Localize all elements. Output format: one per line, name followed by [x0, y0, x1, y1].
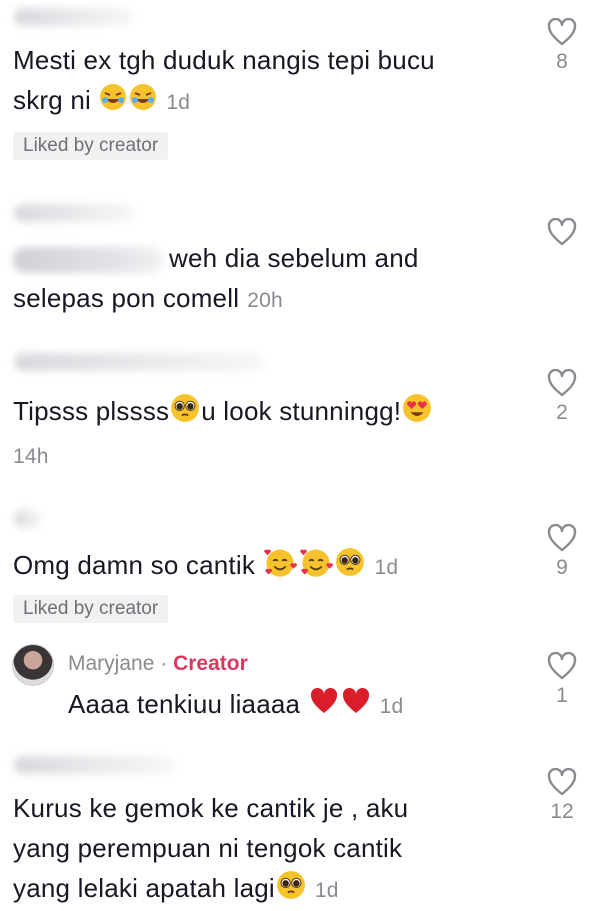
blurred-username — [14, 8, 134, 26]
heart-outline-icon — [547, 768, 577, 796]
comment-text: Tipsss plssss u look stunningg! 14h — [13, 391, 433, 477]
rofl-emoji — [129, 82, 157, 122]
comment-text: Omg damn so cantik 1d — [13, 545, 398, 589]
red-heart-emoji — [309, 686, 339, 726]
reply-username[interactable]: Maryjane — [68, 652, 154, 675]
comment-item[interactable]: Mesti ex tgh duduk nangis tepi bucu skrg… — [0, 0, 612, 170]
like-count: 1 — [556, 684, 568, 707]
like-count: 9 — [556, 556, 568, 579]
like-count: 12 — [550, 800, 574, 823]
blurred-mention — [13, 247, 163, 274]
liked-by-creator-badge: Liked by creator — [13, 595, 169, 623]
like-button[interactable] — [542, 218, 582, 246]
smiling-hearts-emoji — [299, 546, 334, 589]
avatar[interactable] — [12, 644, 54, 686]
like-button[interactable]: 9 — [542, 524, 582, 580]
rofl-emoji — [99, 82, 127, 122]
reply-header: Maryjane · Creator — [68, 652, 248, 676]
creator-badge: Creator — [173, 652, 248, 675]
comment-time: 1d — [166, 91, 191, 114]
like-count: 2 — [556, 401, 568, 424]
pleading-face-emoji — [335, 547, 365, 588]
reply-item[interactable]: Maryjane · Creator Aaaa tenkiuu liaaaa 1… — [0, 640, 612, 730]
comment-text: Mesti ex tgh duduk nangis tepi bucu skrg… — [13, 40, 435, 123]
heart-eyes-emoji — [402, 393, 432, 434]
reply-text: Aaaa tenkiuu liaaaa 1d — [68, 684, 403, 727]
blurred-username — [14, 510, 42, 528]
pleading-face-emoji — [170, 393, 200, 434]
comment-time: 1d — [374, 556, 399, 579]
comment-item[interactable]: Kurus ke gemok ke cantik je , aku yang p… — [0, 748, 612, 903]
smiling-hearts-emoji — [263, 546, 298, 589]
comment-time: 1d — [314, 879, 339, 902]
like-button[interactable]: 2 — [542, 369, 582, 425]
blurred-username — [14, 756, 174, 774]
comment-time: 20h — [247, 289, 283, 312]
comment-text: Kurus ke gemok ke cantik je , aku yang p… — [13, 788, 408, 911]
comment-item[interactable]: Tipsss plssss u look stunningg! 14h 2 — [0, 345, 612, 468]
comment-time: 1d — [379, 695, 404, 718]
like-button[interactable]: 8 — [542, 18, 582, 74]
separator-dot: · — [160, 652, 168, 675]
comment-item[interactable]: Omg damn so cantik 1d Liked by creator 9 — [0, 500, 612, 630]
comment-time: 14h — [13, 444, 49, 468]
heart-outline-icon — [547, 369, 577, 397]
pleading-face-emoji — [276, 870, 306, 911]
comment-item[interactable]: weh dia sebelum and selepas pon comell 20… — [0, 190, 612, 330]
like-button[interactable]: 1 — [542, 652, 582, 708]
blurred-username — [14, 353, 264, 371]
red-heart-emoji — [341, 686, 371, 726]
like-button[interactable]: 12 — [542, 768, 582, 824]
blurred-username — [14, 204, 134, 222]
heart-outline-icon — [547, 524, 577, 552]
heart-outline-icon — [547, 218, 577, 246]
heart-outline-icon — [547, 18, 577, 46]
heart-outline-icon — [547, 652, 577, 680]
like-count: 8 — [556, 50, 568, 73]
liked-by-creator-badge: Liked by creator — [13, 132, 169, 160]
comment-text: weh dia sebelum and selepas pon comell 20… — [13, 243, 419, 313]
